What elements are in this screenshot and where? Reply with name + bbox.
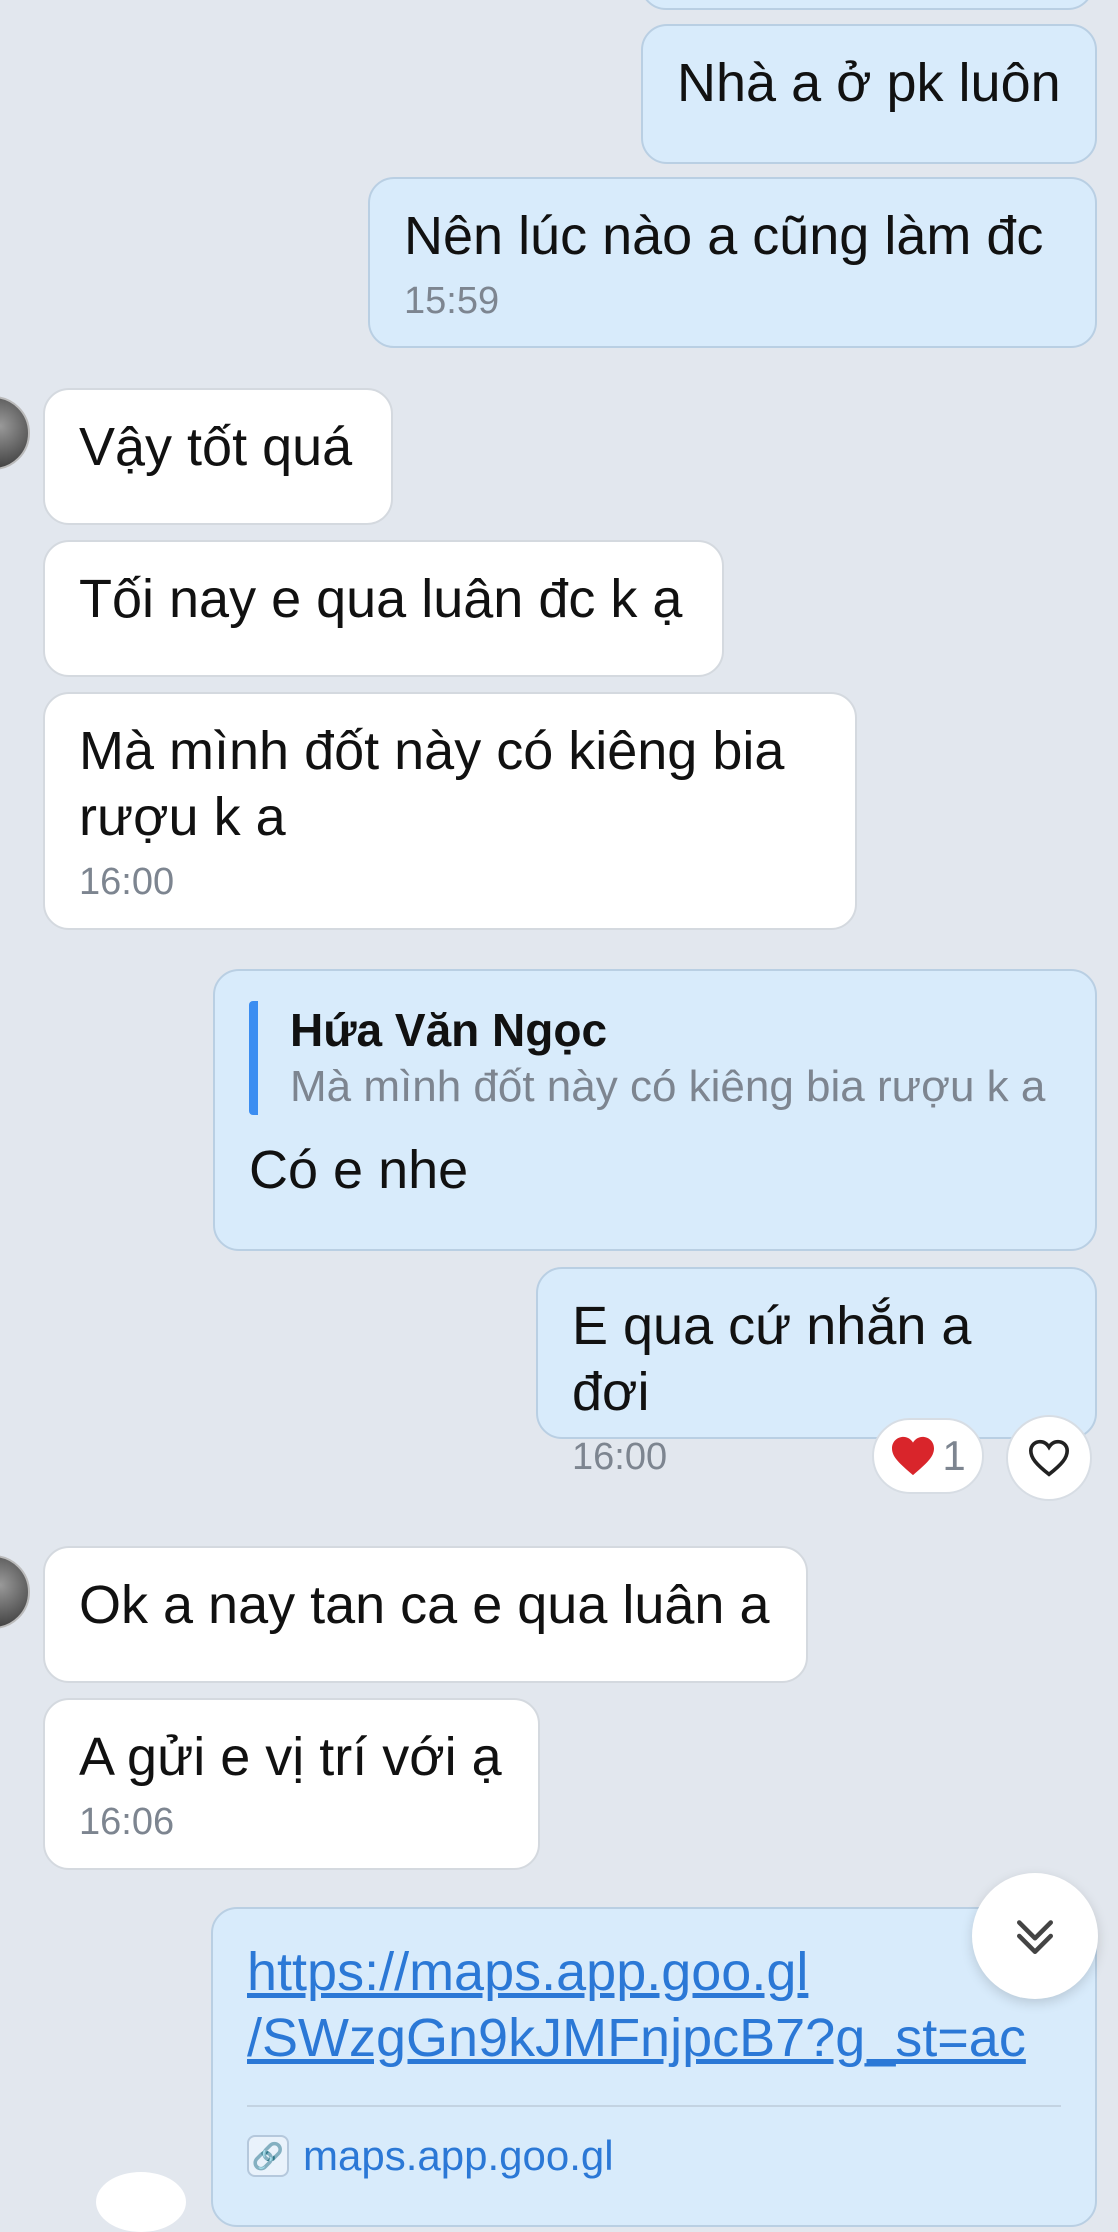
message-text: Vậy tốt quá	[79, 417, 353, 477]
heart-icon	[892, 1436, 935, 1476]
message-text: Tối nay e qua luân đc k ạ	[79, 569, 683, 629]
reaction-count: 1	[942, 1432, 966, 1479]
message-bubble-outgoing[interactable]: E qua cứ nhắn a đơi 16:00	[536, 1267, 1097, 1478]
quoted-sender-name: Hứa Văn Ngọc	[290, 1004, 608, 1056]
message-bubble-incoming[interactable]: Ok a nay tan ca e qua luân a	[43, 1546, 808, 1683]
link-text-line: https://maps.app.goo.gl	[247, 1942, 809, 2002]
partial-avatar-bottom	[96, 2172, 186, 2232]
message-bubble-outgoing[interactable]: Nên lúc nào a cũng làm đc 15:59	[368, 177, 1097, 348]
message-bubble-link[interactable]: https://maps.app.goo.gl /SWzgGn9kJMFnjpc…	[211, 1907, 1097, 2227]
message-bubble-incoming[interactable]: Tối nay e qua luân đc k ạ	[43, 540, 724, 677]
quoted-text: Mà mình đốt này có kiêng bia rượu k a	[290, 1062, 1046, 1111]
link-preview[interactable]: 🔗 maps.app.goo.gl	[247, 2131, 1061, 2181]
message-text: Có e nhe	[249, 1140, 469, 1200]
avatar[interactable]	[0, 1555, 30, 1629]
message-bubble-outgoing[interactable]: Nhà a ở pk luôn	[641, 24, 1097, 164]
link-text-line: /SWzgGn9kJMFnjpcB7?g_st=ac	[247, 2008, 1026, 2068]
message-text: Nên lúc nào a cũng làm đc	[404, 206, 1044, 266]
message-bubble-incoming[interactable]: Mà mình đốt này có kiêng bia rượu k a 16…	[43, 692, 857, 930]
map-link[interactable]: https://maps.app.goo.gl /SWzgGn9kJMFnjpc…	[247, 1939, 1061, 2071]
reaction-count-badge[interactable]: 1	[872, 1418, 984, 1494]
message-time: 15:59	[404, 280, 500, 322]
message-text: Nhà a ở pk luôn	[677, 53, 1061, 113]
react-button[interactable]	[1006, 1415, 1092, 1501]
preview-domain: maps.app.goo.gl	[303, 2132, 614, 2179]
heart-outline-icon	[1028, 1439, 1070, 1477]
message-text-line: Mà mình đốt này có kiêng bia	[79, 721, 785, 781]
quoted-message[interactable]: Hứa Văn Ngọc Mà mình đốt này có kiêng bi…	[249, 1001, 1061, 1115]
message-bubble-incoming[interactable]: Vậy tốt quá	[43, 388, 393, 525]
avatar[interactable]	[0, 396, 30, 470]
message-text-line: rượu k a	[79, 787, 286, 847]
double-chevron-down-icon	[1017, 1920, 1053, 1954]
message-text: E qua cứ nhắn a đơi	[572, 1296, 972, 1422]
message-text: Ok a nay tan ca e qua luân a	[79, 1575, 770, 1635]
link-icon: 🔗	[247, 2135, 289, 2177]
divider	[247, 2105, 1061, 2107]
message-bubble-incoming[interactable]: A gửi e vị trí với ạ 16:06	[43, 1698, 540, 1870]
message-time: 16:00	[572, 1436, 668, 1478]
message-text: A gửi e vị trí với ạ	[79, 1727, 502, 1787]
partial-bubble-top	[640, 0, 1094, 10]
message-time: 16:06	[79, 1801, 175, 1843]
message-time: 16:00	[79, 861, 175, 903]
message-bubble-reply[interactable]: Hứa Văn Ngọc Mà mình đốt này có kiêng bi…	[213, 969, 1097, 1251]
scroll-to-bottom-button[interactable]	[972, 1873, 1098, 1999]
